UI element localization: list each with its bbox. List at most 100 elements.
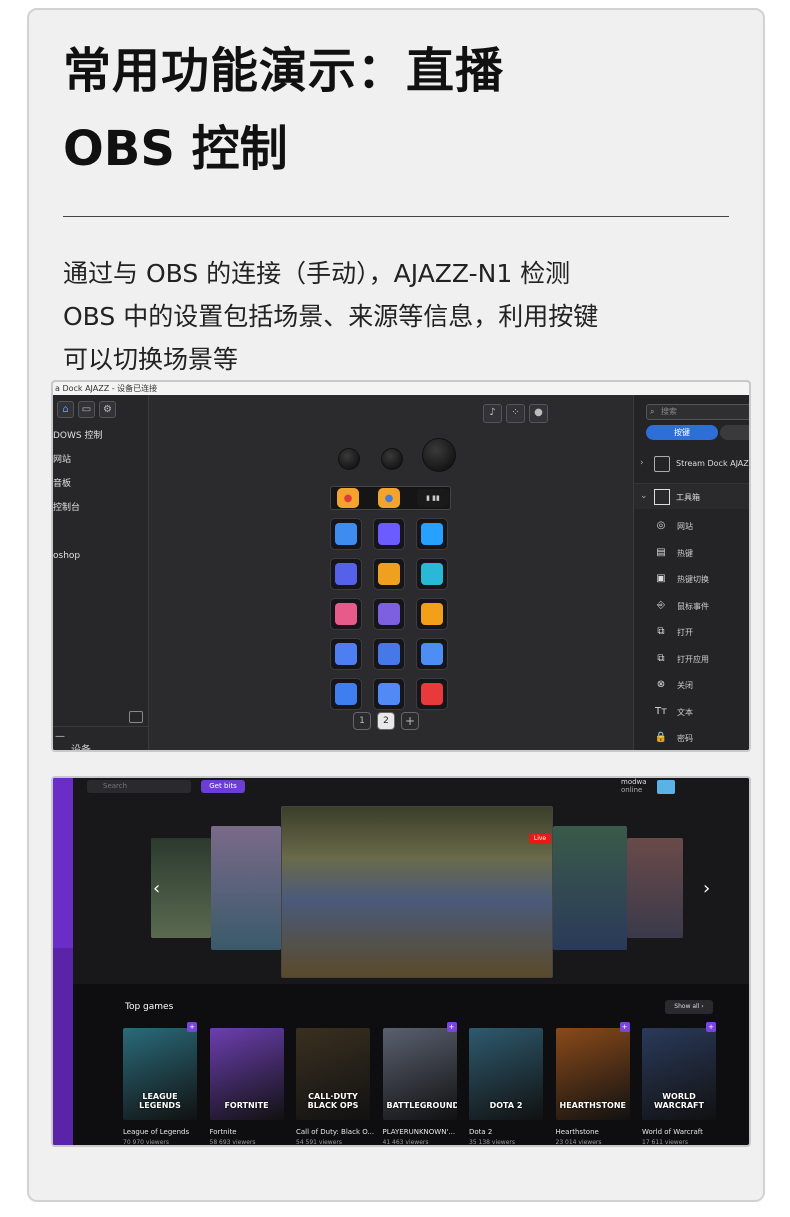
device-key-7[interactable] — [330, 598, 362, 630]
profile-item[interactable]: DOWS 控制 — [53, 424, 148, 448]
carousel-main[interactable] — [281, 806, 553, 978]
page-2-button[interactable]: 2 — [377, 712, 395, 730]
game-viewers: 41 463 viewers — [382, 1139, 429, 1146]
tool-item[interactable]: ▤ 热键 — [634, 540, 749, 566]
follow-game-button[interactable]: + — [619, 1022, 630, 1032]
tool-label: 密码 — [677, 734, 693, 743]
carousel-thumb[interactable] — [627, 838, 683, 938]
device-key-5[interactable] — [373, 558, 405, 590]
plugin-toolbox[interactable]: ⌄ 工具箱 — [634, 483, 749, 509]
collapse-dash[interactable]: — — [55, 731, 65, 742]
action-search-input[interactable]: ⌕ 搜索 — [646, 404, 749, 420]
tool-label: 热键切换 — [677, 575, 709, 584]
device-key-1[interactable] — [330, 518, 362, 550]
user-menu[interactable]: modwa online — [621, 778, 647, 794]
key-icon — [378, 643, 400, 665]
search-placeholder: 搜索 — [661, 407, 677, 416]
game-title[interactable]: Call of Duty: Black O... — [296, 1128, 374, 1136]
device-key-3[interactable] — [416, 518, 448, 550]
device-key-2[interactable] — [373, 518, 405, 550]
game-cover[interactable]: HEARTHSTONE — [555, 1028, 630, 1120]
game-title[interactable]: Dota 2 — [469, 1128, 492, 1136]
device-key-12[interactable] — [416, 638, 448, 670]
game-title[interactable]: League of Legends — [123, 1128, 189, 1136]
apps-icon[interactable]: ⁘ — [506, 404, 525, 423]
device-key-9[interactable] — [416, 598, 448, 630]
key-icon — [335, 603, 357, 625]
left-rail — [53, 778, 73, 1145]
game-art-text: CALL·DUTY BLACK OPS — [307, 1092, 359, 1110]
profile-item[interactable]: 音板 — [53, 472, 148, 496]
tab-secondary[interactable] — [720, 425, 749, 440]
device-icon[interactable]: ⌂ — [57, 401, 74, 418]
profile-item[interactable]: 网站 — [53, 448, 148, 472]
profile-item[interactable] — [53, 520, 148, 544]
tool-item[interactable]: ⎆ 鼠标事件 — [634, 593, 749, 619]
window-title: a Dock AJAZZ - 设备已连接 — [53, 382, 749, 395]
tool-item[interactable]: ⧉ 打开 — [634, 619, 749, 645]
game-cover[interactable]: FORTNITE — [209, 1028, 284, 1120]
game-cover[interactable]: BATTLEGROUNDS — [382, 1028, 457, 1120]
strip-key-2[interactable]: ● — [378, 488, 400, 508]
carousel-prev-button[interactable]: ‹ — [153, 878, 160, 899]
follow-game-button[interactable]: + — [187, 1022, 197, 1032]
carousel-next-button[interactable]: › — [703, 878, 710, 899]
device-key-11[interactable] — [373, 638, 405, 670]
device-key-6[interactable] — [416, 558, 448, 590]
bell-icon[interactable]: ♪ — [483, 404, 502, 423]
show-all-button[interactable]: Show all › — [665, 1000, 713, 1014]
knob-left[interactable] — [338, 448, 360, 470]
search-input[interactable]: Search — [87, 780, 191, 793]
device-key-4[interactable] — [330, 558, 362, 590]
description-line1: 通过与 OBS 的连接（手动），AJAZZ-N1 检测 — [63, 259, 571, 288]
device-key-15[interactable] — [416, 678, 448, 710]
strip-key-3[interactable]: ▮ ▮▮ — [417, 489, 449, 507]
action-sidebar: ⌕ 搜索 按键 › Stream Dock AJAZZ ⌄ 工具箱 ◎ 网站 ▤ 热键… — [633, 395, 749, 750]
tool-item[interactable]: 🔒 密码 — [634, 725, 749, 750]
game-title[interactable]: World of Warcraft — [642, 1128, 703, 1136]
add-page-button[interactable]: + — [401, 712, 419, 730]
top-icons: ♪ ⁘ ● — [483, 404, 548, 423]
device-key-14[interactable] — [373, 678, 405, 710]
tool-item[interactable]: ⧉ 打开应用 — [634, 646, 749, 672]
profile-item[interactable]: oshop — [53, 544, 148, 568]
get-bits-button[interactable]: Get bits — [201, 780, 245, 793]
tool-icon: ⧉ — [657, 626, 665, 637]
device-key-8[interactable] — [373, 598, 405, 630]
game-cover[interactable]: DOTA 2 — [469, 1028, 543, 1120]
game-cover[interactable]: WORLD WARCRAFT — [642, 1028, 716, 1120]
strip-key-1[interactable]: ● — [337, 488, 359, 508]
game-cover[interactable]: CALL·DUTY BLACK OPS — [296, 1028, 370, 1120]
user-icon[interactable]: ● — [529, 404, 548, 423]
chevron-down-icon: ⌄ — [640, 491, 648, 501]
twitch-screenshot: Search Get bits modwa online ‹ › Live To… — [51, 776, 751, 1147]
game-cover[interactable]: LEAGUE LEGENDS — [123, 1028, 197, 1120]
tool-item[interactable]: ⊗ 关闭 — [634, 672, 749, 698]
store-icon[interactable]: ▭ — [78, 401, 95, 418]
avatar[interactable] — [657, 780, 675, 794]
follow-game-button[interactable]: + — [446, 1022, 457, 1032]
knob-middle[interactable] — [381, 448, 403, 470]
device-key-13[interactable] — [330, 678, 362, 710]
follow-game-button[interactable]: + — [706, 1022, 716, 1032]
carousel-thumb[interactable] — [211, 826, 281, 950]
plugin-stream-dock[interactable]: › Stream Dock AJAZZ — [634, 451, 749, 477]
tool-item[interactable]: ▣ 热键切换 — [634, 566, 749, 592]
live-badge: Live — [529, 834, 551, 844]
game-title[interactable]: Hearthstone — [556, 1128, 599, 1136]
game-title[interactable]: PLAYERUNKNOWN'... — [383, 1128, 456, 1136]
tool-label: 网站 — [677, 522, 693, 531]
user-name: modwa — [621, 778, 647, 786]
tab-keys[interactable]: 按键 — [646, 425, 718, 440]
tool-item[interactable]: ◎ 网站 — [634, 513, 749, 539]
touch-strip[interactable]: ● ● ▮ ▮▮ — [330, 486, 451, 510]
tool-item[interactable]: Tт 文本 — [634, 699, 749, 725]
device-key-10[interactable] — [330, 638, 362, 670]
carousel-thumb[interactable] — [553, 826, 627, 950]
keyboard-icon[interactable] — [129, 711, 143, 723]
page-1-button[interactable]: 1 — [353, 712, 371, 730]
knob-right[interactable] — [422, 438, 456, 472]
settings-icon[interactable]: ⚙ — [99, 401, 116, 418]
profile-item[interactable]: 控制台 — [53, 496, 148, 520]
game-title[interactable]: Fortnite — [210, 1128, 237, 1136]
